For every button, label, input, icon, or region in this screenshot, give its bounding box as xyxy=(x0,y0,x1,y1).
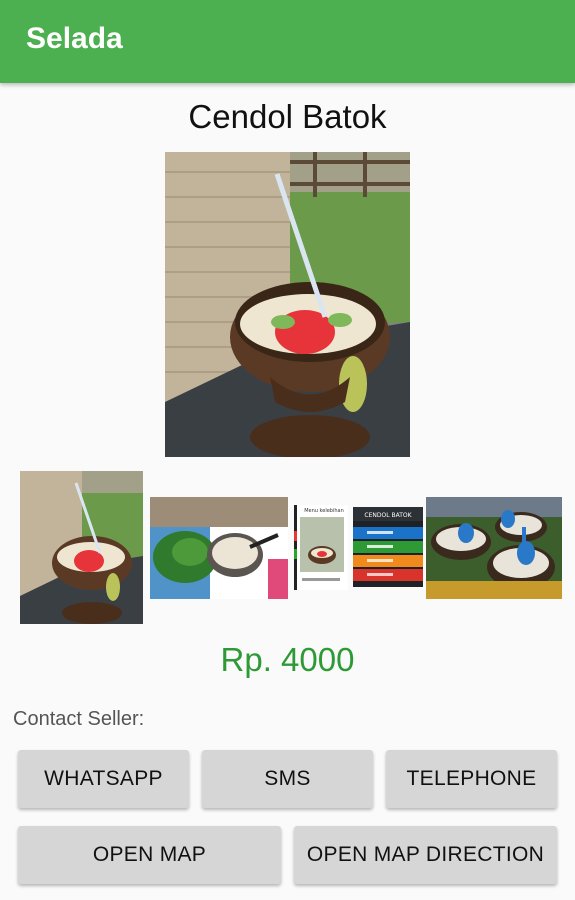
whatsapp-button[interactable]: WHATSAPP xyxy=(18,750,189,808)
cendol-in-coconut-shell-photo xyxy=(165,152,410,457)
open-map-button-label: OPEN MAP xyxy=(92,843,207,866)
product-title: Cendol Batok xyxy=(188,98,387,135)
cendol-bowls-with-spoons-photo xyxy=(426,497,562,599)
whatsapp-button-label: WHATSAPP xyxy=(44,767,163,790)
menu-caption: Menu kelebihan xyxy=(304,508,344,514)
thumbnail-2[interactable] xyxy=(150,497,288,599)
main-product-image[interactable] xyxy=(165,152,410,457)
app-title: Selada xyxy=(26,22,123,55)
product-price: Rp. 4000 xyxy=(220,641,355,678)
contact-seller-label: Contact Seller: xyxy=(13,708,145,730)
telephone-button-label: TELEPHONE xyxy=(406,767,537,790)
cendol-bowl-with-leaves-photo xyxy=(150,497,288,599)
menu-screenshot-photo: Menu kelebihan xyxy=(294,505,348,590)
sms-button-label: SMS xyxy=(264,767,311,790)
thumbnail-5[interactable] xyxy=(426,497,562,599)
thumbnail-4[interactable]: CENDOL BATOK xyxy=(353,507,423,587)
app-bar: Selada xyxy=(0,0,575,83)
thumbnail-1[interactable] xyxy=(20,471,143,624)
thumbnail-3[interactable]: Menu kelebihan xyxy=(294,505,348,590)
app-menu-header: CENDOL BATOK xyxy=(364,512,412,519)
cendol-in-coconut-shell-photo xyxy=(20,471,143,624)
open-map-button[interactable]: OPEN MAP xyxy=(18,826,281,884)
telephone-button[interactable]: TELEPHONE xyxy=(386,750,557,808)
open-map-direction-button[interactable]: OPEN MAP DIRECTION xyxy=(294,826,557,884)
app-menu-screenshot-photo: CENDOL BATOK xyxy=(353,507,423,587)
open-map-direction-button-label: OPEN MAP DIRECTION xyxy=(306,843,545,866)
sms-button[interactable]: SMS xyxy=(202,750,373,808)
